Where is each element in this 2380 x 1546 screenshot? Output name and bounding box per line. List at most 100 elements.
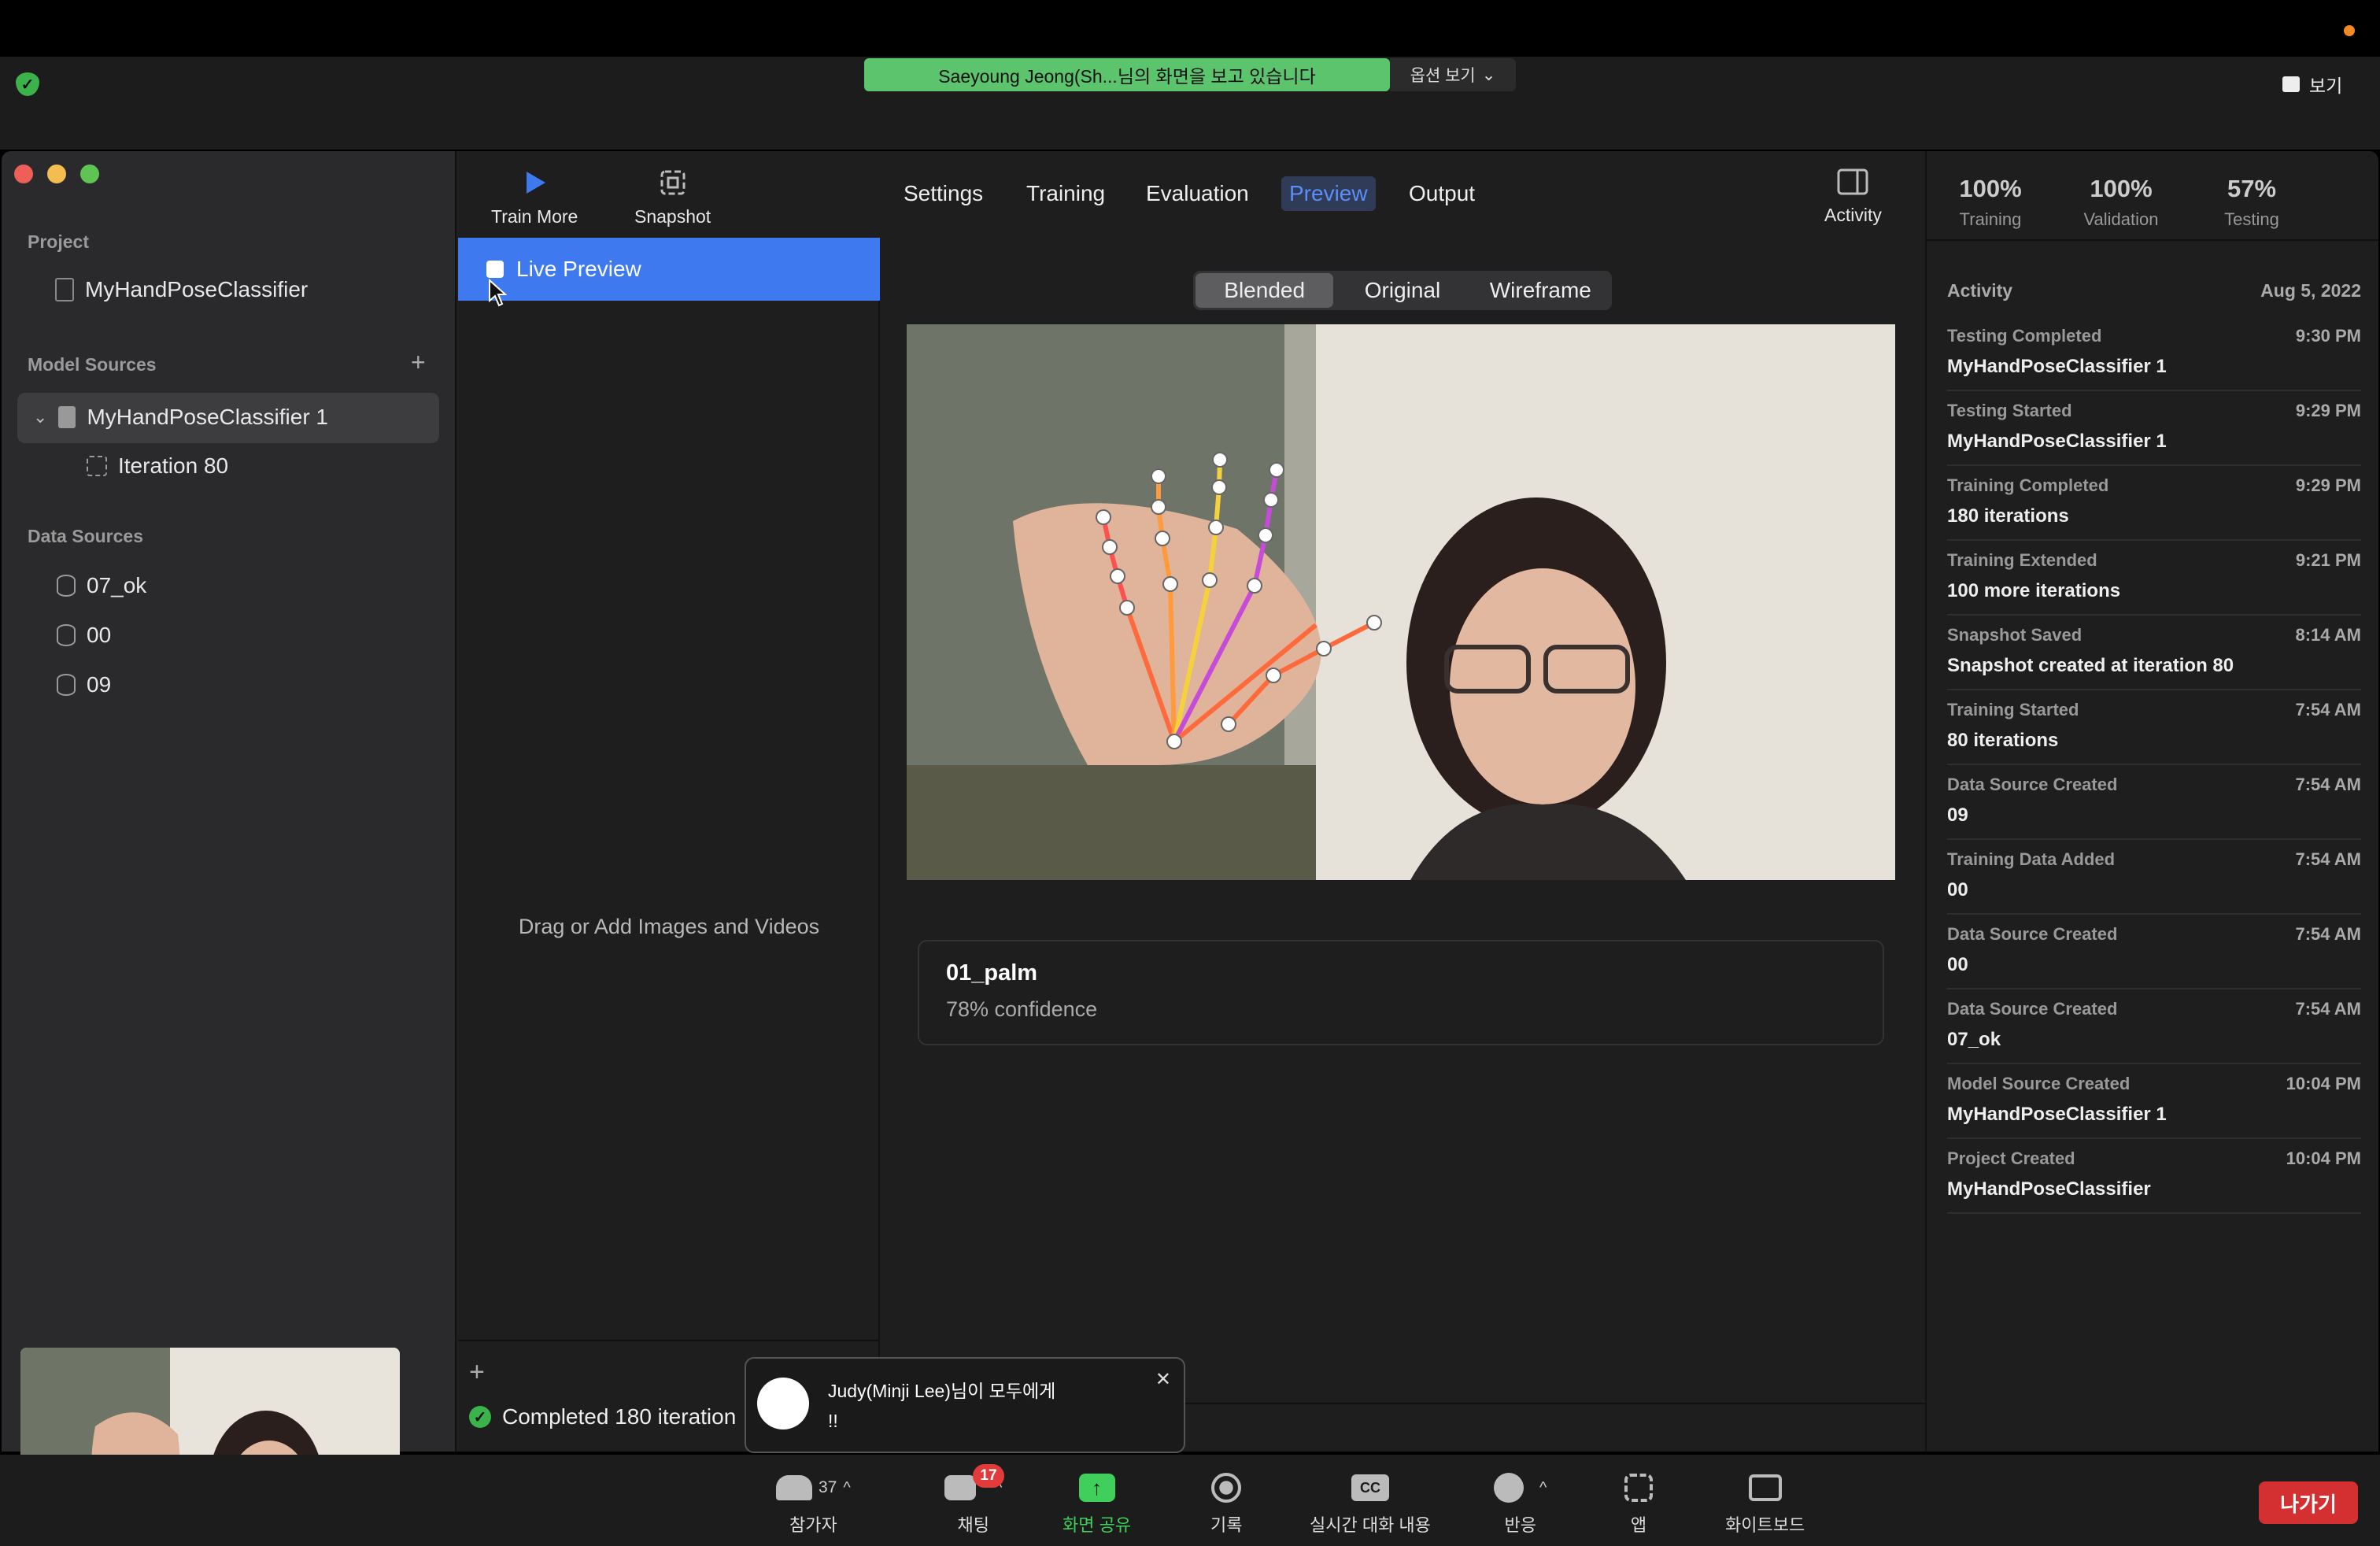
project-heading: Project [28, 231, 89, 252]
whiteboard-label: 화이트보드 [1725, 1515, 1805, 1535]
snapshot-icon [87, 456, 107, 476]
chat-notification[interactable]: Judy(Minji Lee)님이 모두에게 !! ✕ [745, 1357, 1185, 1453]
activity-label: Activity [1824, 205, 1882, 225]
view-options-button[interactable]: 옵션 보기 ⌄ [1390, 58, 1516, 91]
zoom-bottom-bar: 37 ^ 참가자 17 ^ 채팅 ↑ 화면 공유 기록 CC 실시간 대화 내용 ^… [0, 1455, 2380, 1546]
activity-item: Testing Completed 9:30 PM MyHandPoseClassi… [1947, 316, 2361, 391]
snapshot-label: Snapshot [634, 206, 711, 227]
model-sources-heading: Model Sources [28, 354, 157, 375]
screen-share-banner: Saeyoung Jeong(Sh...님의 화면을 보고 있습니다 [864, 58, 1390, 91]
sidebar: Project MyHandPoseClassifier Model Sourc… [2, 151, 456, 1452]
tab-settings[interactable]: Settings [896, 176, 991, 211]
smiley-icon [1494, 1473, 1524, 1503]
tab-evaluation[interactable]: Evaluation [1138, 176, 1257, 211]
stat-value: 100% [2090, 175, 2153, 202]
activity-item: Training Completed 9:29 PM 180 iterations [1947, 466, 2361, 541]
mode-original[interactable]: Original [1333, 273, 1471, 308]
share-screen-icon: ↑ [1078, 1474, 1115, 1502]
record-button[interactable]: 기록 [1210, 1472, 1242, 1537]
activity-item: Model Source Created 10:04 PM MyHandPoseCl… [1947, 1064, 2361, 1139]
chat-button[interactable]: 17 ^ 채팅 [944, 1464, 1004, 1537]
sidebar-item-data-source[interactable]: 00 [57, 623, 111, 648]
sidebar-item-project[interactable]: MyHandPoseClassifier [55, 277, 308, 302]
whiteboard-icon [1748, 1474, 1782, 1501]
live-camera-preview [907, 324, 1895, 880]
tab-output[interactable]: Output [1401, 176, 1483, 211]
activity-date: Aug 5, 2022 [2260, 280, 2361, 301]
stat-testing: 57% Testing [2193, 175, 2311, 230]
activity-detail: 09 [1947, 804, 1968, 826]
add-file-icon[interactable]: + [469, 1357, 485, 1388]
whiteboard-button[interactable]: 화이트보드 [1725, 1472, 1805, 1537]
activity-title: Data Source Created [1947, 999, 2118, 1019]
sidebar-item-data-source[interactable]: 09 [57, 672, 111, 697]
activity-detail: 100 more iterations [1947, 580, 2121, 601]
activity-time: 7:54 AM [2295, 924, 2361, 944]
activity-button[interactable]: Activity [1824, 168, 1882, 226]
participants-button[interactable]: 37 ^ 참가자 [776, 1472, 851, 1537]
data-source-name: 07_ok [87, 573, 147, 597]
divider [1927, 239, 2378, 241]
activity-time: 10:04 PM [2286, 1074, 2361, 1093]
tab-training[interactable]: Training [1018, 176, 1113, 211]
close-window-button[interactable] [14, 165, 33, 183]
record-icon [1211, 1473, 1242, 1503]
prediction-label: 01_palm [946, 960, 1038, 986]
share-screen-button[interactable]: ↑ 화면 공유 [1062, 1472, 1131, 1537]
prediction-card: 01_palm 78% confidence [918, 940, 1884, 1045]
chevron-down-icon: ⌄ [33, 407, 48, 427]
stat-value: 57% [2227, 175, 2277, 202]
snapshot-button[interactable]: Snapshot [634, 168, 711, 227]
sidebar-item-data-source[interactable]: 07_ok [57, 573, 146, 598]
activity-title: Testing Completed [1947, 326, 2102, 346]
activity-detail: MyHandPoseClassifier [1947, 1178, 2151, 1200]
close-icon[interactable]: ✕ [1155, 1368, 1171, 1391]
chevron-up-icon[interactable]: ^ [843, 1479, 850, 1497]
reactions-button[interactable]: ^ 반응 [1494, 1472, 1547, 1537]
play-icon [527, 172, 546, 194]
activity-detail: 00 [1947, 954, 1968, 975]
project-name: MyHandPoseClassifier [85, 277, 309, 301]
activity-item: Data Source Created 7:54 AM 09 [1947, 765, 2361, 840]
apps-icon [1624, 1474, 1653, 1502]
activity-title: Project Created [1947, 1148, 2075, 1168]
activity-detail: 07_ok [1947, 1029, 2001, 1050]
sidebar-item-iteration[interactable]: Iteration 80 [87, 453, 228, 479]
activity-heading: Activity [1947, 280, 2013, 301]
snapshot-icon [660, 170, 686, 195]
activity-detail: 00 [1947, 879, 1968, 901]
leave-meeting-button[interactable]: 나가기 [2259, 1481, 2358, 1524]
mode-blended[interactable]: Blended [1196, 273, 1334, 308]
chevron-up-icon[interactable]: ^ [1539, 1479, 1547, 1497]
tab-preview[interactable]: Preview [1281, 176, 1376, 211]
activity-title: Data Source Created [1947, 775, 2118, 794]
view-button[interactable]: 보기 [2282, 71, 2342, 98]
zoom-window-button[interactable] [80, 165, 99, 183]
participants-count: 37 [819, 1478, 837, 1496]
activity-detail: 80 iterations [1947, 730, 2059, 751]
activity-time: 7:54 AM [2295, 849, 2361, 869]
divider [458, 1340, 880, 1341]
activity-item: Project Created 10:04 PM MyHandPoseClassif… [1947, 1139, 2361, 1214]
add-model-source-icon[interactable]: + [411, 348, 426, 377]
activity-detail: MyHandPoseClassifier 1 [1947, 431, 2167, 452]
train-more-button[interactable]: Train More [491, 168, 578, 227]
activity-detail: 180 iterations [1947, 505, 2069, 527]
activity-title: Training Extended [1947, 550, 2097, 570]
activity-time: 9:29 PM [2295, 401, 2361, 420]
chevron-down-icon: ⌄ [1481, 65, 1496, 84]
chat-unread-badge: 17 [973, 1464, 1004, 1488]
mode-wireframe[interactable]: Wireframe [1472, 273, 1609, 308]
live-transcript-button[interactable]: CC 실시간 대화 내용 [1310, 1472, 1431, 1537]
activity-title: Model Source Created [1947, 1074, 2131, 1093]
activity-title: Testing Started [1947, 401, 2072, 420]
activity-time: 7:54 AM [2295, 775, 2361, 794]
apps-button[interactable]: 앱 [1624, 1472, 1653, 1537]
minimize-window-button[interactable] [47, 165, 66, 183]
sidebar-item-model-source[interactable]: ⌄ MyHandPoseClassifier 1 [33, 405, 328, 430]
activity-title: Training Completed [1947, 475, 2109, 495]
live-preview-row[interactable]: Live Preview [458, 238, 880, 301]
model-source-name: MyHandPoseClassifier 1 [87, 405, 329, 429]
share-label: 화면 공유 [1062, 1515, 1132, 1535]
preview-mode-segmented-control: Blended Original Wireframe [1193, 271, 1612, 310]
